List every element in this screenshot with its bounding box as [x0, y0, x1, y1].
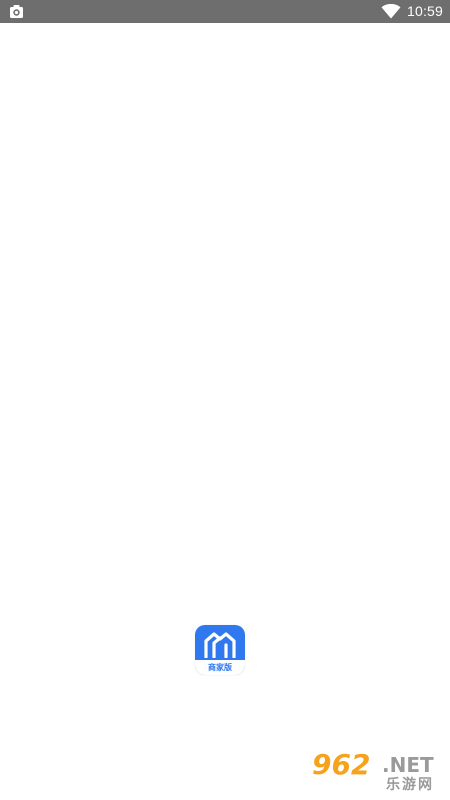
house-icon: [204, 632, 236, 658]
app-label-band: 商家版: [195, 660, 245, 675]
status-time: 10:59: [407, 3, 444, 19]
status-bar: 10:59: [0, 0, 450, 23]
watermark-suffix: .NET: [382, 753, 434, 777]
watermark-chinese: 乐游网: [386, 776, 434, 792]
app-logo: 商家版: [195, 625, 245, 675]
camera-bag-icon: [10, 5, 23, 18]
watermark-digits: 962: [312, 748, 371, 781]
wifi-icon: [381, 4, 401, 19]
app-label: 商家版: [208, 662, 232, 672]
site-watermark: 962 .NET 乐游网: [310, 750, 446, 796]
splash-screen: 10:59 商家版 962 .NET 乐游网: [0, 0, 450, 800]
